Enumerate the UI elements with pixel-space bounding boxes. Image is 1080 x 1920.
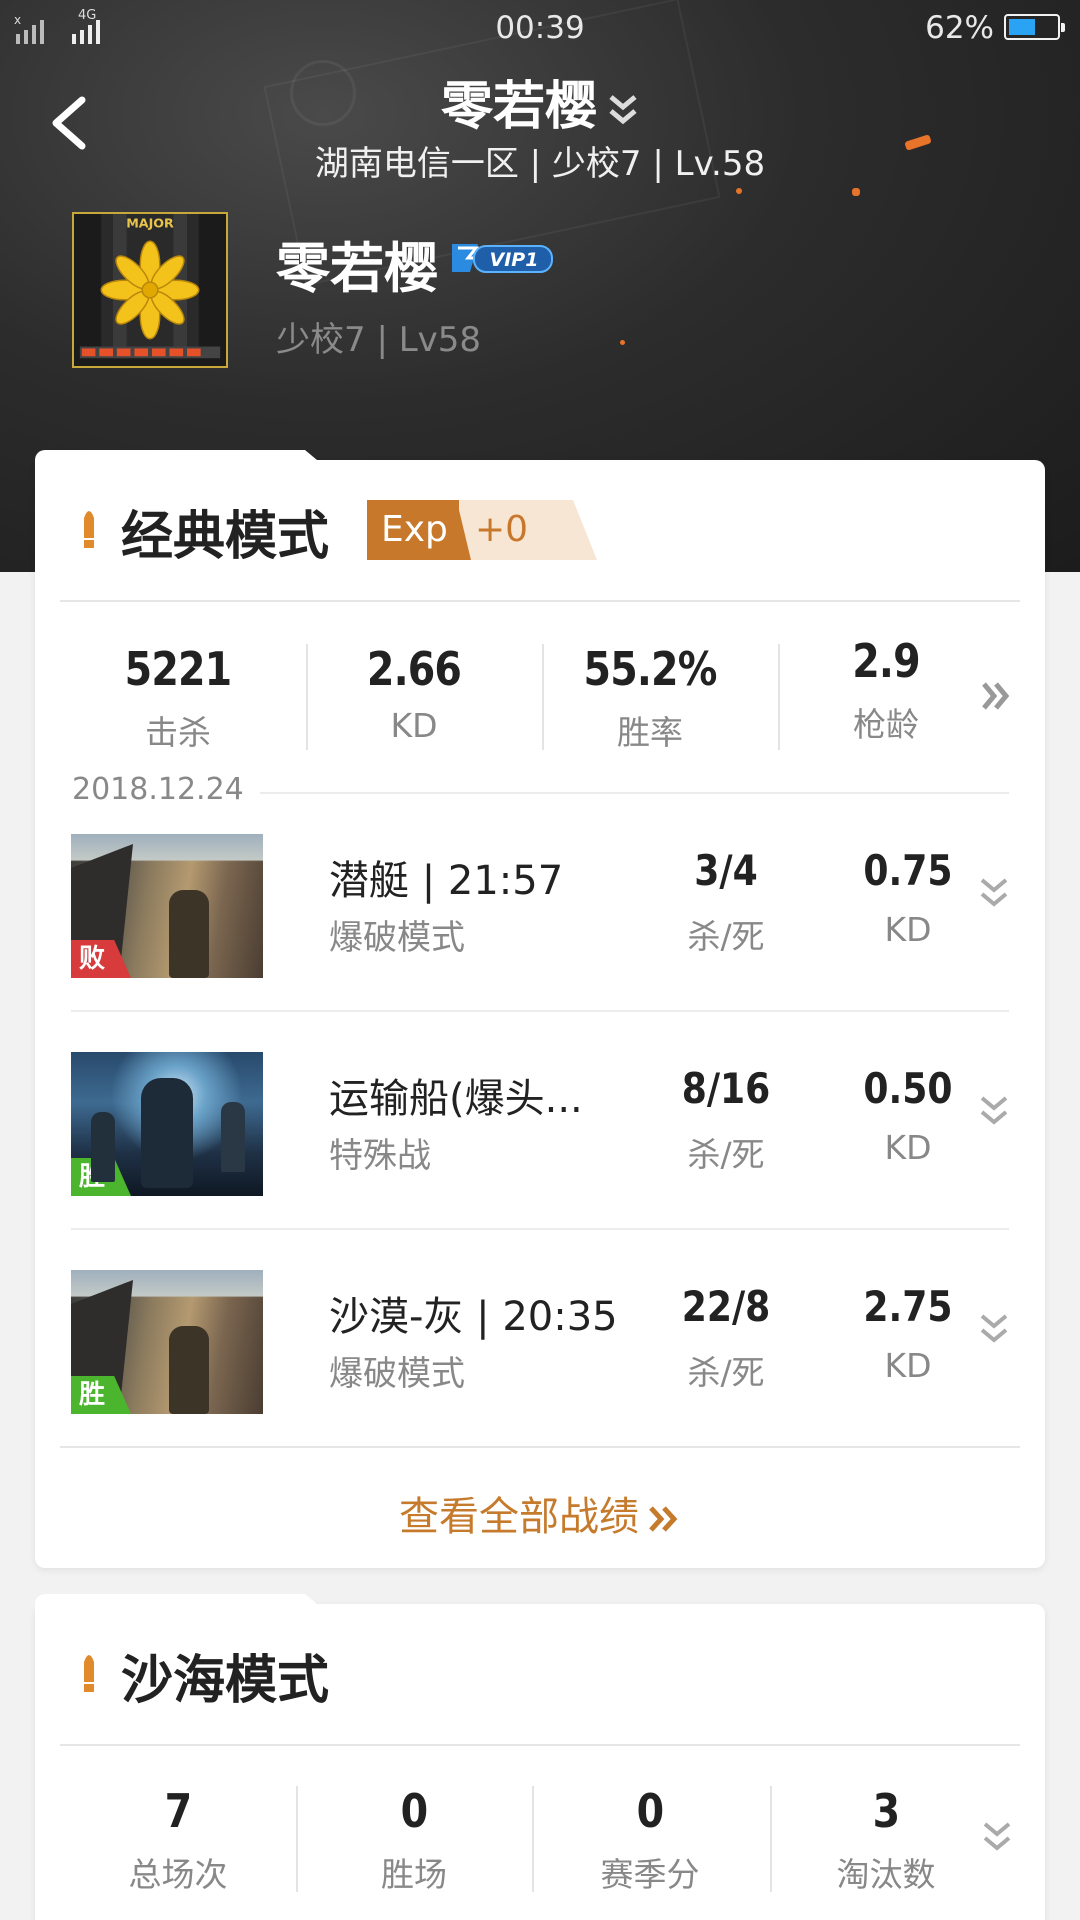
- exp-badge: +0 Exp: [367, 500, 597, 560]
- stat-label: 总场次: [128, 1855, 228, 1894]
- stat-label: 击杀: [145, 713, 211, 752]
- vip-badge: VIP1: [448, 240, 554, 276]
- spark-decoration: [620, 340, 625, 345]
- divider: [60, 1744, 1020, 1746]
- battery-icon: [1004, 14, 1065, 40]
- stat-value: 5221: [124, 642, 233, 696]
- stat-win-rate: 55.2% 胜率: [532, 642, 768, 752]
- section-title: 沙海模式: [121, 1651, 330, 1711]
- spark-decoration: [736, 188, 742, 194]
- match-kd: 0.75: [863, 846, 953, 895]
- spark-decoration: [852, 188, 860, 196]
- page-title-text: 零若樱: [440, 77, 597, 137]
- match-map: 潜艇 | 21:57: [329, 858, 564, 904]
- bullet-icon: [84, 511, 94, 548]
- view-all-records-link[interactable]: 查看全部战绩: [35, 1484, 1045, 1542]
- stat-season-score: 0 赛季分: [532, 1784, 768, 1894]
- classic-stats-row[interactable]: 5221 击杀 2.66 KD 55.2% 胜率 2.9 枪龄: [60, 634, 1010, 752]
- match-mode: 特殊战: [329, 1136, 431, 1176]
- stat-value: 0: [400, 1784, 429, 1838]
- match-kd-label: KD: [884, 910, 932, 949]
- clock: 00:39: [495, 10, 585, 46]
- divider: [60, 600, 1020, 602]
- sandsea-mode-card: 沙海模式 7 总场次 0 胜场 0 赛季分 3 淘汰数: [35, 1594, 1045, 1920]
- chevron-down-icon: [609, 95, 637, 125]
- match-mode: 爆破模式: [329, 1354, 465, 1394]
- row-divider: [71, 1010, 1009, 1012]
- match-kills-deaths: 8/16: [681, 1064, 771, 1113]
- stat-label: 淘汰数: [836, 1855, 936, 1894]
- result-tag: 胜: [71, 1158, 131, 1196]
- stat-total-matches: 7 总场次: [60, 1784, 296, 1894]
- stat-label: 枪龄: [853, 705, 919, 744]
- expand-chevron-icon[interactable]: [982, 1820, 1012, 1856]
- exp-value: +0: [447, 500, 597, 560]
- result-tag: 败: [71, 940, 131, 978]
- match-map: 运输船(爆头...: [329, 1076, 583, 1122]
- divider: [60, 1446, 1020, 1448]
- section-title: 经典模式: [121, 507, 330, 567]
- match-date: 2018.12.24: [72, 772, 260, 807]
- match-kills-deaths-label: 杀/死: [687, 917, 765, 956]
- date-divider: [257, 792, 1009, 794]
- expand-chevron-icon[interactable]: [979, 1094, 1009, 1130]
- expand-chevron-icon[interactable]: [979, 876, 1009, 912]
- bullet-icon: [84, 1655, 94, 1692]
- stat-label: 胜率: [617, 713, 683, 752]
- match-row[interactable]: 败 潜艇 | 21:57 爆破模式 3/4 杀/死 0.75 KD: [71, 810, 1009, 1028]
- row-divider: [71, 1228, 1009, 1230]
- rank-emblem-icon: MAJOR: [79, 214, 221, 359]
- double-chevron-right-icon: [649, 1506, 678, 1532]
- exp-label: Exp: [367, 500, 459, 560]
- battery-fill: [1009, 19, 1036, 35]
- profile-name: 零若樱: [276, 237, 438, 300]
- stat-label: 胜场: [381, 1855, 447, 1894]
- stat-kd: 2.66 KD: [296, 642, 532, 752]
- rank-badge-label: MAJOR: [126, 216, 174, 231]
- match-map: 沙漠-灰 | 20:35: [329, 1294, 618, 1340]
- profile-rank: 少校7 | Lv58: [276, 320, 482, 360]
- stat-value: 7: [164, 1784, 193, 1838]
- vip-icon: VIP1: [452, 244, 553, 273]
- stat-value: 3: [872, 1784, 901, 1838]
- expand-chevron-icon[interactable]: [979, 1312, 1009, 1348]
- stat-eliminations: 3 淘汰数: [768, 1784, 1004, 1894]
- match-row[interactable]: 胜 运输船(爆头... 特殊战 8/16 杀/死 0.50 KD: [71, 1028, 1009, 1246]
- card-tab: [35, 450, 317, 470]
- match-kills-deaths: 3/4: [694, 846, 758, 895]
- match-kd: 2.75: [863, 1282, 953, 1331]
- view-all-label: 查看全部战绩: [399, 1494, 639, 1540]
- stat-kills: 5221 击杀: [60, 642, 296, 752]
- battery-percent: 62%: [925, 10, 994, 46]
- page-title[interactable]: 零若樱: [0, 64, 1080, 139]
- match-kd: 0.50: [863, 1064, 953, 1113]
- stat-value: 2.9: [852, 634, 920, 688]
- map-thumbnail: 胜: [71, 1270, 263, 1414]
- card-tab: [35, 1594, 317, 1614]
- classic-mode-card: 经典模式 +0 Exp 5221 击杀 2.66 KD 55.2% 胜率 2.9…: [35, 450, 1045, 1568]
- double-chevron-right-icon[interactable]: [980, 680, 1012, 712]
- vip-label: VIP1: [490, 249, 539, 271]
- stat-value: 0: [636, 1784, 665, 1838]
- stat-gun-age: 2.9 枪龄: [768, 634, 1004, 744]
- match-kills-deaths-label: 杀/死: [687, 1353, 765, 1392]
- status-bar: x 4G 00:39 62%: [0, 0, 1080, 56]
- stat-wins: 0 胜场: [296, 1784, 532, 1894]
- match-kills-deaths-label: 杀/死: [687, 1135, 765, 1174]
- stat-value: 2.66: [366, 642, 462, 696]
- match-kd-label: KD: [884, 1346, 932, 1385]
- map-thumbnail: 胜: [71, 1052, 263, 1196]
- sandsea-stats-row[interactable]: 7 总场次 0 胜场 0 赛季分 3 淘汰数: [60, 1784, 1011, 1894]
- stat-label: KD: [390, 706, 438, 745]
- match-kd-label: KD: [884, 1128, 932, 1167]
- map-thumbnail: 败: [71, 834, 263, 978]
- rank-badge: MAJOR: [72, 212, 228, 368]
- result-tag: 胜: [71, 1376, 131, 1414]
- match-row[interactable]: 胜 沙漠-灰 | 20:35 爆破模式 22/8 杀/死 2.75 KD: [71, 1246, 1009, 1464]
- page-subtitle: 湖南电信一区 | 少校7 | Lv.58: [314, 144, 766, 184]
- match-mode: 爆破模式: [329, 918, 465, 958]
- match-kills-deaths: 22/8: [681, 1282, 771, 1331]
- stat-label: 赛季分: [600, 1855, 700, 1894]
- stat-value: 55.2%: [583, 642, 718, 696]
